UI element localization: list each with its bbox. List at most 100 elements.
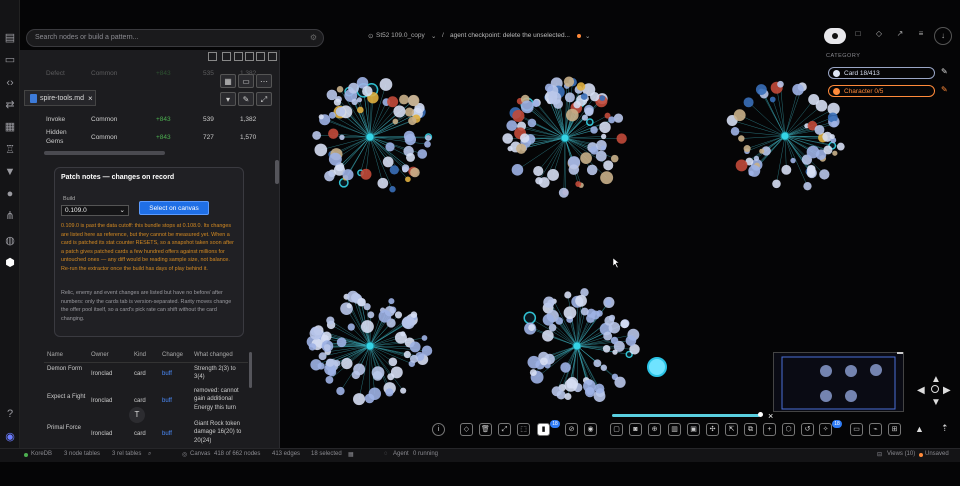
- more-icon[interactable]: ⋯: [256, 74, 272, 88]
- graph-node[interactable]: [409, 354, 419, 363]
- graph-node[interactable]: [410, 167, 420, 178]
- graph-node[interactable]: [360, 168, 372, 180]
- graph-node[interactable]: [340, 302, 353, 315]
- graph-node[interactable]: [735, 159, 748, 172]
- graph-node[interactable]: [836, 142, 845, 151]
- node-mode-toggle[interactable]: [824, 28, 846, 44]
- hub-node[interactable]: [365, 132, 375, 142]
- open-folder-icon[interactable]: ▭: [238, 74, 254, 88]
- info-icon[interactable]: i: [432, 423, 445, 436]
- graph-node[interactable]: [394, 311, 403, 319]
- graph-node[interactable]: [806, 145, 820, 159]
- graph-node[interactable]: [318, 352, 327, 361]
- graph-node[interactable]: [326, 316, 335, 325]
- network-icon[interactable]: ✣: [706, 423, 719, 436]
- split-icon[interactable]: [245, 52, 254, 61]
- graph-node[interactable]: [390, 366, 403, 379]
- graph-node[interactable]: [520, 133, 530, 143]
- graph-node[interactable]: [351, 370, 361, 380]
- graph-node[interactable]: [347, 290, 359, 303]
- code-icon[interactable]: ‹›: [4, 77, 16, 89]
- graph-node[interactable]: [357, 106, 364, 114]
- node-cluster[interactable]: [306, 290, 433, 406]
- graph-node[interactable]: [730, 127, 740, 136]
- graph-node[interactable]: [614, 376, 626, 388]
- row-change-link[interactable]: buff: [162, 397, 172, 405]
- cube-icon[interactable]: ⬢: [4, 257, 16, 269]
- vertical-scrollbar[interactable]: [275, 160, 279, 184]
- graph-node[interactable]: [580, 307, 589, 316]
- file-tab[interactable]: spire-tools.md ×: [24, 90, 96, 106]
- graph-node[interactable]: [314, 143, 328, 157]
- wand-icon[interactable]: ✧: [819, 423, 832, 436]
- hub-node[interactable]: [780, 131, 790, 141]
- graph-node[interactable]: [308, 343, 317, 351]
- graph-node[interactable]: [564, 378, 578, 392]
- graph-node[interactable]: [347, 323, 355, 331]
- graph-node[interactable]: [600, 133, 607, 140]
- breadcrumb-project[interactable]: St52 109.0_copy: [376, 32, 425, 39]
- maximize-icon[interactable]: [234, 52, 243, 61]
- graph-node[interactable]: [364, 393, 375, 404]
- graph-node[interactable]: [341, 357, 353, 370]
- target-icon[interactable]: ⊕: [648, 423, 661, 436]
- table-icon[interactable]: ▦: [348, 451, 354, 458]
- graph-node[interactable]: [516, 143, 527, 154]
- connect-icon[interactable]: ⌁: [869, 423, 882, 436]
- upload-icon[interactable]: ⇡: [941, 423, 949, 434]
- graph-node[interactable]: [823, 145, 833, 155]
- graph-node[interactable]: [400, 331, 406, 337]
- graph-node[interactable]: [608, 321, 621, 334]
- graph-node[interactable]: [362, 85, 373, 97]
- external-link-icon[interactable]: [256, 52, 265, 61]
- graph-node[interactable]: [385, 142, 395, 152]
- graph-node[interactable]: [829, 134, 835, 140]
- graph-node[interactable]: [336, 386, 345, 396]
- graph-node[interactable]: [312, 131, 322, 140]
- graph-node[interactable]: [814, 124, 825, 135]
- popout-icon[interactable]: [208, 52, 217, 61]
- folder-icon[interactable]: ▭: [4, 54, 16, 66]
- graph-node[interactable]: [585, 118, 594, 126]
- chart-icon[interactable]: ⊞: [888, 423, 901, 436]
- graph-node[interactable]: [551, 386, 562, 397]
- graph-node[interactable]: [769, 96, 776, 103]
- graph-node[interactable]: [406, 152, 415, 162]
- hierarchy-icon[interactable]: ♖: [4, 144, 16, 156]
- search-bar[interactable]: Search nodes or build a pattern... ⚙: [26, 29, 324, 47]
- graph-node[interactable]: [502, 133, 513, 144]
- minimap-minimize-icon[interactable]: [897, 352, 903, 354]
- pan-down-icon[interactable]: ▼: [931, 397, 941, 408]
- graph-node[interactable]: [590, 126, 598, 134]
- graph-node[interactable]: [590, 92, 600, 102]
- minimize-icon[interactable]: [222, 52, 231, 61]
- graph-node[interactable]: [327, 367, 337, 377]
- graph-node[interactable]: [593, 359, 602, 368]
- graph-node[interactable]: [379, 78, 393, 91]
- close-tab-icon[interactable]: ×: [88, 94, 93, 103]
- graph-node[interactable]: [401, 164, 410, 172]
- close-panel-icon[interactable]: [268, 52, 277, 61]
- graph-node[interactable]: [388, 357, 398, 367]
- graph-node[interactable]: [408, 94, 420, 107]
- graph-node[interactable]: [564, 392, 572, 401]
- graph-node[interactable]: [425, 135, 432, 142]
- graph-node[interactable]: [743, 97, 754, 108]
- graph-node[interactable]: [523, 311, 537, 325]
- graph-node[interactable]: [527, 118, 537, 128]
- tag-icon[interactable]: ◇: [871, 29, 887, 43]
- graph-node[interactable]: [421, 335, 428, 341]
- zoom-slider-handle[interactable]: [758, 412, 763, 417]
- settings-icon[interactable]: ⚙: [310, 33, 317, 42]
- status-rel-tables[interactable]: 3 rel tables: [112, 451, 141, 457]
- graph-node[interactable]: [560, 362, 571, 373]
- graph-node[interactable]: [405, 176, 411, 183]
- graph-node[interactable]: [586, 164, 598, 176]
- graph-node[interactable]: [831, 120, 838, 128]
- graph-node[interactable]: [563, 76, 575, 87]
- graph-node[interactable]: [602, 345, 611, 353]
- graph-node[interactable]: [759, 148, 765, 154]
- fit-icon[interactable]: ⤢: [498, 423, 511, 436]
- graph-node[interactable]: [777, 80, 784, 88]
- graph-node[interactable]: [389, 165, 399, 175]
